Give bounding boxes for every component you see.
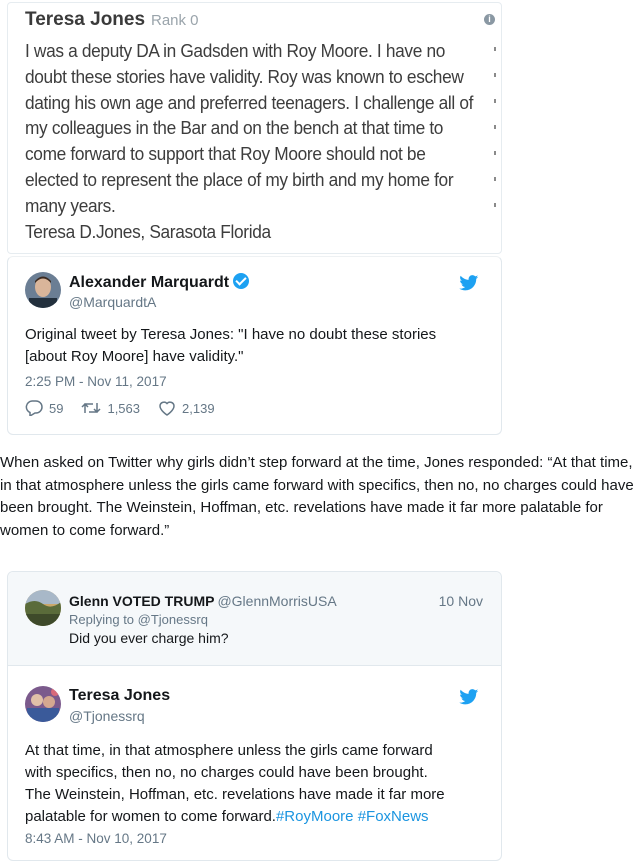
reply-count: 59	[49, 400, 64, 416]
tweet-author-handle[interactable]: @Tjonessrq	[69, 708, 145, 724]
tweet-text: At that time, in that atmosphere unless …	[25, 742, 445, 825]
avatar[interactable]	[25, 590, 61, 626]
comment-rank: Rank 0	[151, 12, 199, 29]
twitter-bird-icon[interactable]	[459, 689, 479, 705]
hashtag-link[interactable]: #RoyMoore	[276, 808, 354, 825]
reply-icon	[25, 400, 43, 416]
like-button[interactable]: 2,139	[158, 400, 215, 416]
comment-signature: Teresa D.Jones, Sarasota Florida	[25, 221, 271, 242]
tweet-text: Original tweet by Teresa Jones: "I have …	[25, 326, 437, 365]
twitter-bird-icon[interactable]	[459, 275, 479, 291]
info-icon[interactable]: i	[484, 14, 495, 25]
comment-body: I was a deputy DA in Gadsden with Roy Mo…	[25, 39, 475, 245]
reply-text: Did you ever charge him?	[69, 630, 229, 646]
retweet-count: 1,563	[107, 400, 141, 416]
avatar[interactable]	[25, 686, 61, 722]
embedded-tweet-teresa-jones[interactable]: Glenn VOTED TRUMP @GlennMorrisUSA 10 Nov …	[7, 571, 502, 861]
tweet-actions: 59 1,563 2,139	[25, 400, 233, 416]
article-paragraph: When asked on Twitter why girls didn’t s…	[0, 454, 634, 539]
scroll-indicator	[494, 47, 496, 229]
reply-date[interactable]: 10 Nov	[439, 593, 483, 609]
hashtag-link[interactable]: #FoxNews	[358, 808, 429, 825]
retweet-icon	[81, 402, 101, 414]
tweet-timestamp[interactable]: 2:25 PM - Nov 11, 2017	[25, 374, 167, 389]
verified-icon	[233, 273, 250, 289]
replying-to: Replying to @Tjonessrq	[69, 612, 208, 627]
comment-author: Teresa Jones	[25, 9, 146, 30]
tweet-author-handle[interactable]: @MarquardtA	[69, 294, 156, 310]
reply-button[interactable]: 59	[25, 400, 63, 416]
embedded-tweet-marquardt[interactable]: Alexander Marquardt @MarquardtA Original…	[7, 256, 502, 435]
tweet-author-name[interactable]: Alexander Marquardt	[69, 273, 250, 292]
retweet-button[interactable]: 1,563	[81, 400, 140, 416]
comment-screenshot: Teresa Jones Rank 0 i I was a deputy DA …	[7, 2, 502, 254]
comment-text: I was a deputy DA in Gadsden with Roy Mo…	[25, 41, 478, 216]
tweet-timestamp[interactable]: 8:43 AM - Nov 10, 2017	[25, 831, 167, 846]
like-count: 2,139	[182, 400, 215, 416]
avatar[interactable]	[25, 272, 61, 308]
reply-author[interactable]: Glenn VOTED TRUMP @GlennMorrisUSA	[69, 593, 337, 609]
parent-tweet[interactable]: Glenn VOTED TRUMP @GlennMorrisUSA 10 Nov …	[8, 572, 501, 666]
tweet-author-name[interactable]: Teresa Jones	[69, 687, 170, 705]
heart-icon	[159, 401, 175, 416]
